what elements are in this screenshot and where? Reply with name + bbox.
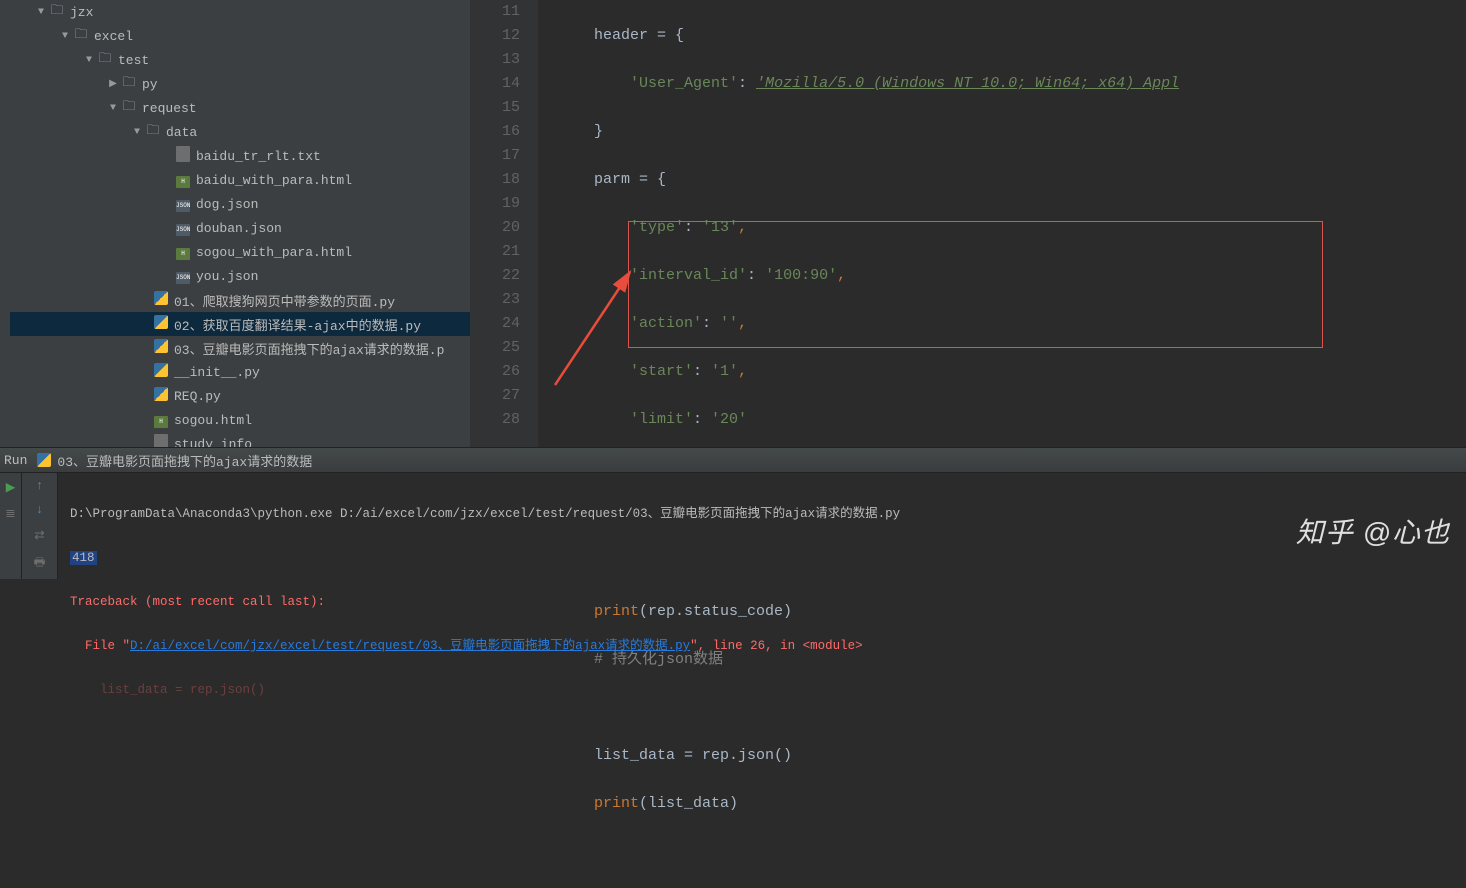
- tree-file[interactable]: 01、爬取搜狗网页中带参数的页面.py: [10, 288, 470, 312]
- python-file-icon: [152, 315, 170, 333]
- tree-file[interactable]: 03、豆瓣电影页面拖拽下的ajax请求的数据.p: [10, 336, 470, 360]
- tree-label: baidu_tr_rlt.txt: [196, 149, 321, 164]
- tree-folder-test[interactable]: ▼ 🗀 test: [10, 48, 470, 72]
- watermark: 知乎 @心也: [1296, 511, 1450, 551]
- tree-file[interactable]: Hsogou.html: [10, 408, 470, 432]
- arrow-up-icon[interactable]: ↑: [36, 479, 44, 493]
- tree-label: excel: [94, 29, 133, 44]
- console-line: Traceback (most recent call last):: [70, 591, 1454, 613]
- console-tool-col[interactable]: ▶ ≣: [0, 473, 22, 579]
- traceback-link[interactable]: D:/ai/excel/com/jzx/excel/test/request/0…: [130, 639, 690, 653]
- python-file-icon: [152, 387, 170, 405]
- tree-folder-data[interactable]: ▼ 🗀 data: [10, 120, 470, 144]
- arrow-down-icon[interactable]: ↓: [36, 503, 44, 517]
- html-file-icon: H: [152, 412, 170, 428]
- tree-label: request: [142, 101, 197, 116]
- folder-icon: 🗀: [144, 121, 162, 143]
- project-tree[interactable]: ▼ 🗀 jzx ▼ 🗀 excel ▼ 🗀 test ▶ 🗀 py ▼ 🗀 re…: [0, 0, 470, 447]
- tree-label: douban.json: [196, 221, 282, 236]
- tree-file[interactable]: study_info: [10, 432, 470, 447]
- line-gutter: 111213141516171819202122232425262728: [470, 0, 538, 447]
- html-file-icon: H: [174, 244, 192, 260]
- code-area[interactable]: header = { 'User_Agent': 'Mozilla/5.0 (W…: [538, 0, 1466, 447]
- tree-file-selected[interactable]: 02、获取百度翻译结果-ajax中的数据.py: [10, 312, 470, 336]
- chevron-down-icon: ▼: [58, 31, 72, 42]
- folder-icon: 🗀: [72, 25, 90, 47]
- tree-label: dog.json: [196, 197, 258, 212]
- tree-label: 03、豆瓣电影页面拖拽下的ajax请求的数据.p: [174, 339, 444, 358]
- tree-label: 01、爬取搜狗网页中带参数的页面.py: [174, 291, 395, 310]
- tree-file[interactable]: Hsogou_with_para.html: [10, 240, 470, 264]
- chevron-down-icon: ▼: [82, 55, 96, 66]
- wrap-icon[interactable]: ⇄: [34, 527, 44, 543]
- tree-file[interactable]: Hbaidu_with_para.html: [10, 168, 470, 192]
- python-file-icon: [37, 453, 51, 467]
- tree-label: study_info: [174, 437, 252, 448]
- run-console[interactable]: ▶ ≣ ↑ ↓ ⇄ 🖶 D:\ProgramData\Anaconda3\pyt…: [0, 473, 1466, 579]
- tree-label: __init__.py: [174, 365, 260, 380]
- tree-file[interactable]: JSON you.json: [10, 264, 470, 288]
- json-file-icon: JSON: [174, 268, 192, 284]
- python-file-icon: [152, 291, 170, 309]
- python-file-icon: [152, 339, 170, 357]
- chevron-down-icon: ▼: [34, 7, 48, 18]
- tree-file[interactable]: JSON douban.json: [10, 216, 470, 240]
- print-icon[interactable]: 🖶: [34, 553, 46, 574]
- run-title: 03、豆瓣电影页面拖拽下的ajax请求的数据: [57, 451, 312, 470]
- folder-icon: 🗀: [96, 49, 114, 71]
- tree-label: REQ.py: [174, 389, 221, 404]
- tree-label: you.json: [196, 269, 258, 284]
- status-code: 418: [70, 551, 97, 565]
- folder-icon: 🗀: [120, 97, 138, 119]
- folder-icon: 🗀: [48, 1, 66, 23]
- tool-icon[interactable]: ≣: [5, 505, 15, 521]
- tree-file[interactable]: JSON dog.json: [10, 192, 470, 216]
- tree-folder-jzx[interactable]: ▼ 🗀 jzx: [10, 0, 470, 24]
- json-file-icon: JSON: [174, 220, 192, 236]
- console-line: list_data = rep.json(): [70, 679, 1454, 701]
- tree-label: sogou.html: [174, 413, 252, 428]
- tree-folder-request[interactable]: ▼ 🗀 request: [10, 96, 470, 120]
- tree-label: test: [118, 53, 149, 68]
- tree-label: py: [142, 77, 158, 92]
- tree-folder-py[interactable]: ▶ 🗀 py: [10, 72, 470, 96]
- tree-label: jzx: [70, 5, 93, 20]
- tree-label: baidu_with_para.html: [196, 173, 352, 188]
- console-line: D:\ProgramData\Anaconda3\python.exe D:/a…: [70, 503, 1454, 525]
- text-file-icon: [152, 434, 170, 447]
- run-button-icon[interactable]: ▶: [6, 479, 16, 495]
- folder-icon: 🗀: [120, 73, 138, 95]
- tree-file[interactable]: __init__.py: [10, 360, 470, 384]
- tree-label: sogou_with_para.html: [196, 245, 352, 260]
- console-output[interactable]: D:\ProgramData\Anaconda3\python.exe D:/a…: [58, 473, 1466, 579]
- chevron-down-icon: ▼: [130, 127, 144, 138]
- chevron-down-icon: ▼: [106, 103, 120, 114]
- json-file-icon: JSON: [174, 196, 192, 212]
- run-tab-bar[interactable]: Run 03、豆瓣电影页面拖拽下的ajax请求的数据: [0, 447, 1466, 473]
- code-editor[interactable]: 111213141516171819202122232425262728 hea…: [470, 0, 1466, 447]
- chevron-right-icon: ▶: [106, 78, 120, 90]
- console-tool-col2[interactable]: ↑ ↓ ⇄ 🖶: [22, 473, 58, 579]
- run-label: Run: [0, 453, 27, 468]
- text-file-icon: [174, 146, 192, 166]
- tree-file[interactable]: REQ.py: [10, 384, 470, 408]
- python-file-icon: [152, 363, 170, 381]
- tree-label: data: [166, 125, 197, 140]
- html-file-icon: H: [174, 172, 192, 188]
- tree-file[interactable]: baidu_tr_rlt.txt: [10, 144, 470, 168]
- tree-label: 02、获取百度翻译结果-ajax中的数据.py: [174, 315, 421, 334]
- tree-folder-excel[interactable]: ▼ 🗀 excel: [10, 24, 470, 48]
